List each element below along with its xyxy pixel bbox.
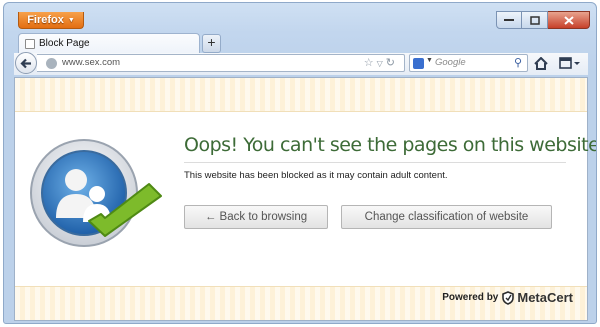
window-controls [496,11,590,29]
address-bar[interactable]: www.sex.com ☆▽↻ [37,54,405,72]
globe-icon [46,58,57,69]
star-icon[interactable]: ☆ [364,57,377,69]
restore-button[interactable] [522,11,548,29]
metacert-brand[interactable]: MetaCert [517,290,573,305]
home-icon [534,56,548,70]
page-content: Oops! You can't see the pages on this we… [14,77,596,321]
shield-icon [502,290,515,305]
firefox-menu-button[interactable]: Firefox ▼ [18,12,84,29]
search-placeholder: Google [435,57,466,68]
minimize-button[interactable] [496,11,522,29]
minimize-icon [504,19,514,21]
home-button[interactable] [532,54,550,72]
block-message: This website has been blocked as it may … [184,170,448,181]
top-decorative-stripe [15,78,587,112]
change-classification-button[interactable]: Change classification of website [341,205,552,229]
back-arrow-icon [20,58,31,68]
close-icon [563,15,574,25]
toolbar-menu-button[interactable] [556,54,584,72]
title-divider [184,162,566,163]
restore-icon [529,15,540,25]
magnifier-icon[interactable]: ⚲ [514,56,522,69]
reload-icon[interactable]: ↻ [386,57,398,69]
powered-by-label: Powered by [442,292,499,303]
google-engine-icon[interactable] [413,58,424,69]
tab-block-page[interactable]: Block Page [18,33,200,54]
back-button[interactable] [15,52,37,74]
dropdown-icon[interactable]: ▽ [377,59,386,68]
url-actions: ☆▽↻ [364,56,398,69]
chevron-down-icon[interactable]: ▼ [426,57,433,64]
firefox-menu-label: Firefox [27,14,64,26]
new-tab-button[interactable]: + [202,34,221,53]
search-bar[interactable]: ▼ Google ⚲ [409,54,528,72]
close-button[interactable] [548,11,590,29]
powered-by-footer: Powered by MetaCert [442,290,573,305]
window-menu-icon [559,57,580,69]
back-to-browsing-button[interactable]: ← Back to browsing [184,205,328,229]
page-favicon-icon [25,39,35,49]
users-check-icon [30,139,162,247]
chevron-down-icon: ▼ [67,17,75,24]
page-title: Oops! You can't see the pages on this we… [184,134,597,156]
tab-title: Block Page [39,38,90,49]
url-text: www.sex.com [62,57,121,68]
browser-window: Firefox ▼ Block Page + www.sex.com ☆▽↻ ▼ … [3,2,597,324]
